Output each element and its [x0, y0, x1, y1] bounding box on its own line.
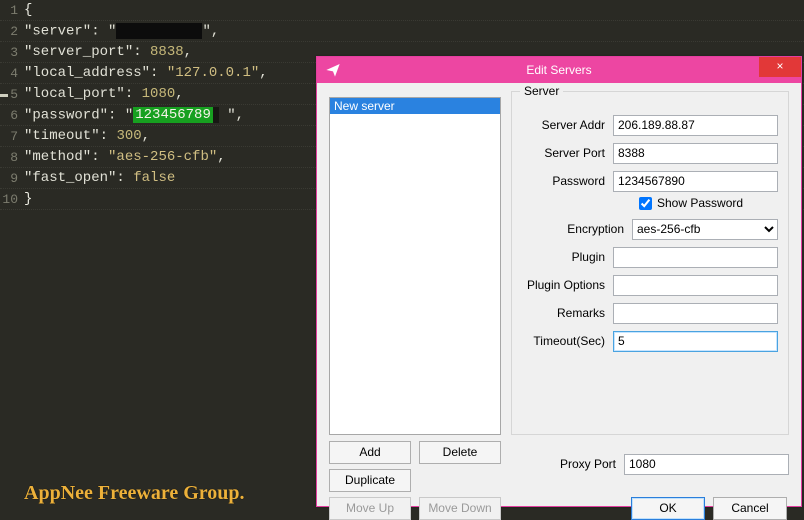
plugin-label: Plugin	[512, 250, 613, 264]
change-marker	[0, 94, 8, 97]
remarks-label: Remarks	[512, 306, 613, 320]
gutter-number: 6	[0, 108, 24, 123]
gutter-number: 10	[0, 192, 24, 207]
dialog-title: Edit Servers	[317, 63, 801, 77]
group-legend: Server	[520, 84, 563, 98]
code-content[interactable]: "fast_open": false	[24, 170, 175, 186]
timeout-label: Timeout(Sec)	[512, 334, 613, 348]
server-list[interactable]: New server	[329, 97, 501, 435]
watermark-text: AppNee Freeware Group.	[24, 482, 245, 505]
server-addr-input[interactable]	[613, 115, 778, 136]
close-button[interactable]: ×	[759, 57, 801, 77]
gutter-number: 3	[0, 45, 24, 60]
gutter-number: 8	[0, 150, 24, 165]
gutter-number: 7	[0, 129, 24, 144]
proxy-port-label: Proxy Port	[557, 457, 624, 471]
timeout-input[interactable]	[613, 331, 778, 352]
server-group: Server Server Addr Server Port Password …	[511, 91, 789, 435]
delete-button[interactable]: Delete	[419, 441, 501, 464]
server-addr-label: Server Addr	[512, 118, 613, 132]
code-content[interactable]: "server": " ",	[24, 23, 219, 40]
server-port-label: Server Port	[512, 146, 613, 160]
code-content[interactable]: {	[24, 2, 32, 18]
edit-servers-dialog: Edit Servers × New server Server Server …	[316, 56, 802, 507]
list-item[interactable]: New server	[330, 98, 500, 114]
code-content[interactable]: }	[24, 191, 32, 207]
code-content[interactable]: "local_port": 1080,	[24, 86, 184, 102]
show-password-label: Show Password	[657, 196, 743, 210]
plugin-input[interactable]	[613, 247, 778, 268]
plugin-options-input[interactable]	[613, 275, 778, 296]
gutter-number: 1	[0, 3, 24, 18]
gutter-number: 4	[0, 66, 24, 81]
remarks-input[interactable]	[613, 303, 778, 324]
encryption-select[interactable]: aes-256-cfb	[632, 219, 778, 240]
code-line[interactable]: 2"server": " ",	[0, 21, 804, 42]
encryption-label: Encryption	[512, 222, 632, 236]
dialog-body: New server Server Server Addr Server Por…	[317, 83, 801, 506]
code-content[interactable]: "method": "aes-256-cfb",	[24, 149, 226, 165]
gutter-number: 9	[0, 171, 24, 186]
server-port-input[interactable]	[613, 143, 778, 164]
titlebar[interactable]: Edit Servers ×	[317, 57, 801, 83]
code-content[interactable]: "local_address": "127.0.0.1",	[24, 65, 268, 81]
code-content[interactable]: "timeout": 300,	[24, 128, 150, 144]
duplicate-button[interactable]: Duplicate	[329, 469, 411, 492]
show-password-row[interactable]: Show Password	[639, 196, 743, 210]
proxy-port-input[interactable]	[624, 454, 789, 475]
plugin-options-label: Plugin Options	[512, 278, 613, 292]
code-line[interactable]: 1{	[0, 0, 804, 21]
password-input[interactable]	[613, 171, 778, 192]
close-icon: ×	[776, 59, 783, 73]
paper-plane-icon	[325, 62, 341, 78]
show-password-checkbox[interactable]	[639, 197, 652, 210]
add-button[interactable]: Add	[329, 441, 411, 464]
password-label: Password	[512, 174, 613, 188]
gutter-number: 2	[0, 24, 24, 39]
code-content[interactable]: "password": "123456789 ",	[24, 107, 244, 124]
code-content[interactable]: "server_port": 8838,	[24, 44, 192, 60]
